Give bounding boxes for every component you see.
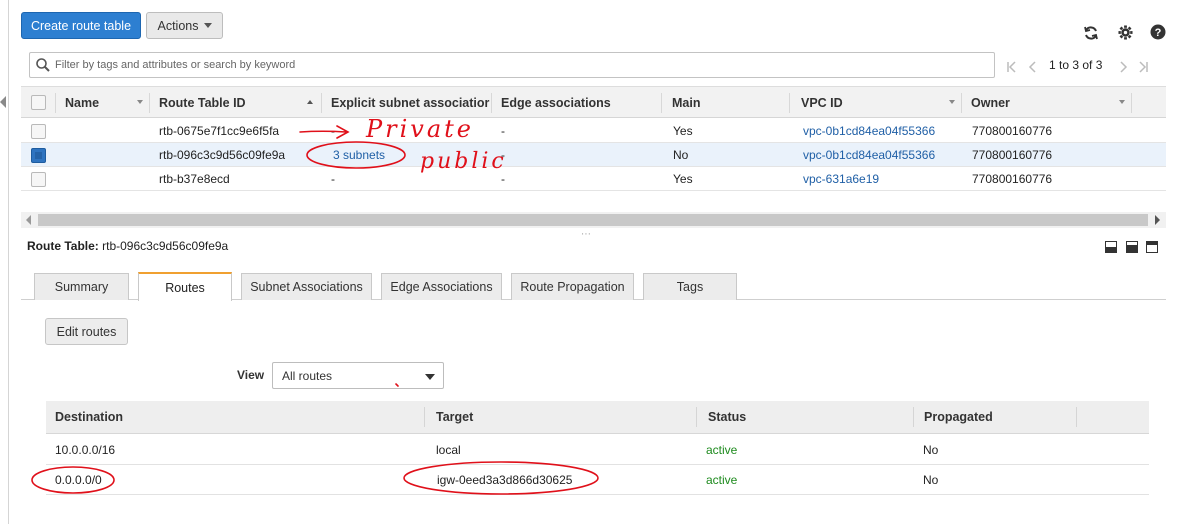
tab-summary[interactable]: Summary (34, 273, 129, 300)
row-subnet: - (331, 124, 335, 138)
row-owner: 770800160776 (972, 172, 1053, 186)
col-propagated: Propagated (924, 410, 993, 424)
layout-top-icon[interactable] (1146, 241, 1158, 253)
row-checkbox[interactable] (31, 124, 46, 139)
detail-label: Route Table: (27, 239, 99, 253)
col-main[interactable]: Main (672, 87, 700, 118)
collapse-arrow-icon[interactable] (0, 96, 6, 108)
actions-button[interactable]: Actions (146, 12, 223, 39)
route-propagated: No (923, 443, 939, 457)
route-destination: 10.0.0.0/16 (55, 443, 116, 457)
col-owner[interactable]: Owner (971, 87, 1010, 118)
last-page-icon[interactable] (1136, 58, 1150, 76)
row-edge: - (501, 124, 505, 138)
route-status: active (706, 443, 738, 457)
route-status: active (706, 473, 738, 487)
route-target: local (436, 443, 461, 457)
scroll-thumb[interactable] (38, 214, 1148, 226)
row-subnet-link[interactable]: 3 subnets (333, 143, 385, 167)
route-tables-header: Name Route Table ID Explicit subnet asso… (21, 86, 1166, 118)
row-vpc-link[interactable]: vpc-0b1cd84ea04f55366 (803, 143, 935, 167)
route-row: 0.0.0.0/0 igw-0eed3a3d866d30625 active N… (46, 465, 1149, 495)
row-route-table-id: rtb-096c3c9d56c09fe9a (159, 148, 286, 162)
row-main: Yes (673, 172, 693, 186)
view-select-value: All routes (282, 369, 333, 383)
row-owner: 770800160776 (972, 124, 1053, 138)
col-explicit-subnet[interactable]: Explicit subnet associatior (331, 87, 489, 118)
row-owner: 770800160776 (972, 148, 1053, 162)
row-vpc-link[interactable]: vpc-0b1cd84ea04f55366 (803, 119, 935, 143)
route-destination: 0.0.0.0/0 (55, 473, 102, 487)
search-icon (35, 57, 51, 73)
pagination-text: 1 to 3 of 3 (1049, 58, 1103, 72)
sort-caret-icon[interactable] (1119, 100, 1125, 104)
detail-title: Route Table: rtb-096c3c9d56c09fe9a (27, 239, 228, 253)
detail-id: rtb-096c3c9d56c09fe9a (102, 239, 229, 253)
table-row[interactable]: rtb-b37e8ecd - - Yes vpc-631a6e19 770800… (21, 167, 1166, 191)
filter-search-bar[interactable] (29, 52, 995, 78)
col-status: Status (708, 410, 747, 424)
tab-subnet-associations[interactable]: Subnet Associations (241, 273, 372, 300)
col-name[interactable]: Name (65, 87, 99, 118)
row-edge: - (501, 172, 505, 186)
create-route-table-button[interactable]: Create route table (21, 12, 141, 39)
row-edge: - (501, 148, 505, 162)
search-input[interactable] (55, 56, 985, 74)
col-target: Target (436, 410, 474, 424)
actions-label: Actions (157, 18, 199, 33)
view-label: View (237, 368, 265, 382)
edit-routes-button[interactable]: Edit routes (45, 318, 128, 345)
view-select[interactable]: All routes (272, 362, 444, 389)
scroll-left-icon[interactable] (26, 215, 31, 225)
horizontal-scrollbar[interactable] (21, 212, 1166, 228)
svg-text:?: ? (1155, 27, 1162, 39)
table-row[interactable]: rtb-096c3c9d56c09fe9a 3 subnets - No vpc… (21, 143, 1166, 167)
row-main: Yes (673, 124, 693, 138)
chevron-down-icon (425, 374, 435, 380)
row-checkbox[interactable] (31, 148, 46, 163)
col-edge-associations[interactable]: Edge associations (501, 87, 611, 118)
row-subnet: - (331, 172, 335, 186)
tab-edge-associations[interactable]: Edge Associations (381, 273, 502, 300)
sort-caret-icon[interactable] (137, 100, 143, 104)
row-route-table-id: rtb-0675e7f1cc9e6f5fa (159, 124, 280, 138)
route-propagated: No (923, 473, 939, 487)
sort-caret-icon[interactable] (949, 100, 955, 104)
refresh-icon[interactable] (1082, 24, 1100, 42)
prev-page-icon[interactable] (1026, 58, 1040, 76)
row-route-table-id: rtb-b37e8ecd (159, 172, 230, 186)
chevron-down-icon (203, 23, 212, 28)
layout-split-icon[interactable] (1126, 241, 1138, 253)
next-page-icon[interactable] (1116, 58, 1130, 76)
row-main: No (673, 148, 689, 162)
col-vpc-id[interactable]: VPC ID (801, 87, 843, 118)
first-page-icon[interactable] (1005, 58, 1019, 76)
gear-icon[interactable] (1116, 23, 1134, 41)
pane-resize-handle[interactable]: ⋯ (581, 229, 592, 240)
routes-header: Destination Target Status Propagated (46, 401, 1149, 434)
table-row[interactable]: rtb-0675e7f1cc9e6f5fa - - Yes vpc-0b1cd8… (21, 119, 1166, 143)
sort-ascending-icon[interactable] (307, 100, 313, 104)
tab-tags[interactable]: Tags (643, 273, 737, 300)
col-route-table-id[interactable]: Route Table ID (159, 87, 246, 118)
select-all-checkbox[interactable] (31, 95, 46, 110)
left-rail (0, 0, 9, 524)
route-row: 10.0.0.0/16 local active No (46, 435, 1149, 465)
scroll-right-icon[interactable] (1155, 215, 1160, 225)
layout-bottom-icon[interactable] (1105, 241, 1117, 253)
tab-routes[interactable]: Routes (138, 272, 232, 301)
help-icon[interactable]: ? (1149, 23, 1167, 41)
tab-route-propagation[interactable]: Route Propagation (511, 273, 634, 300)
col-destination: Destination (55, 410, 124, 424)
row-vpc-link[interactable]: vpc-631a6e19 (803, 167, 879, 191)
row-checkbox[interactable] (31, 172, 46, 187)
route-target-link[interactable]: igw-0eed3a3d866d30625 (437, 465, 572, 495)
